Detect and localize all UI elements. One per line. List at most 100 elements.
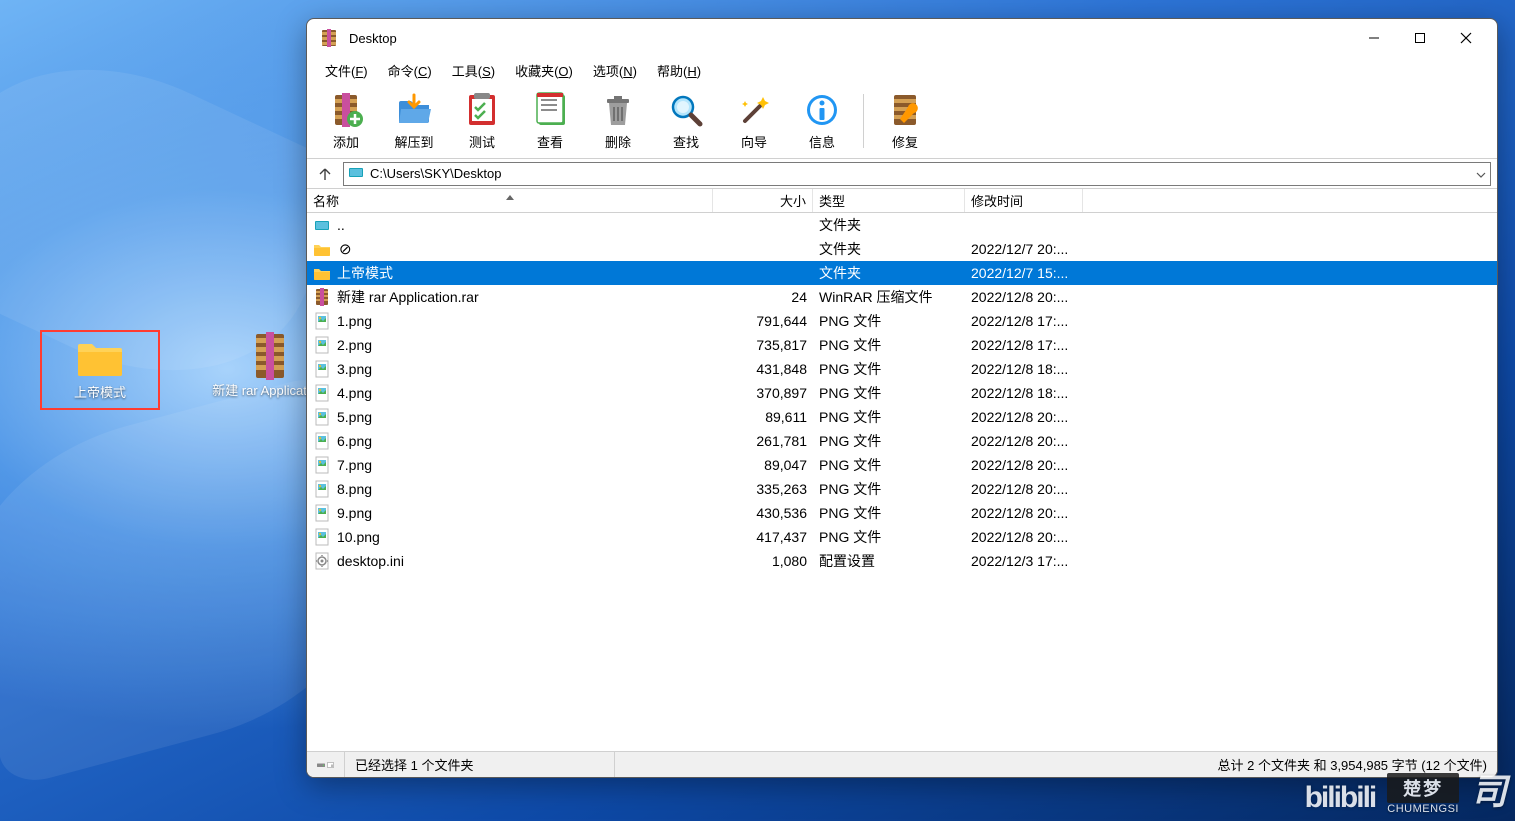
file-row[interactable]: 8.png335,263PNG 文件2022/12/8 20:... [307,477,1497,501]
folder-x-icon [313,240,331,258]
file-row[interactable]: 新建 rar Application.rar24WinRAR 压缩文件2022/… [307,285,1497,309]
file-name: 8.png [337,481,372,497]
file-date: 2022/12/8 17:... [965,337,1083,353]
file-row[interactable]: 5.png89,611PNG 文件2022/12/8 20:... [307,405,1497,429]
png-icon [313,528,331,546]
window-title: Desktop [349,31,1351,46]
close-button[interactable] [1443,22,1489,54]
path-dropdown-icon[interactable] [1476,166,1486,181]
bilibili-logo: bilibili [1305,781,1376,815]
file-size: 24 [713,289,813,305]
file-row[interactable]: 上帝模式文件夹2022/12/7 15:... [307,261,1497,285]
toolbar-extract-button[interactable]: 解压到 [381,86,447,156]
file-type: PNG 文件 [813,359,965,379]
list-header: 名称 大小 类型 修改时间 [307,189,1497,213]
file-row[interactable]: 2.png735,817PNG 文件2022/12/8 17:... [307,333,1497,357]
file-row[interactable]: 7.png89,047PNG 文件2022/12/8 20:... [307,453,1497,477]
png-icon [313,312,331,330]
titlebar[interactable]: Desktop [307,19,1497,57]
toolbar-label: 向导 [741,132,767,151]
file-name: 6.png [337,433,372,449]
file-row[interactable]: ⊘文件夹2022/12/7 20:... [307,237,1497,261]
chumeng-logo: 楚梦 CHUMENGSI [1387,773,1459,815]
watermark: bilibili 楚梦 CHUMENGSI 司 [1305,763,1507,815]
menu-item[interactable]: 命令(C) [378,59,442,82]
wizard-icon [735,91,773,129]
file-row[interactable]: 1.png791,644PNG 文件2022/12/8 17:... [307,309,1497,333]
desktop-icons: 上帝模式新建 rar Applicatio... [40,330,330,410]
maximize-button[interactable] [1397,22,1443,54]
file-date: 2022/12/8 20:... [965,289,1083,305]
toolbar-view-button[interactable]: 查看 [517,86,583,156]
toolbar-test-button[interactable]: 测试 [449,86,515,156]
file-row[interactable]: 6.png261,781PNG 文件2022/12/8 20:... [307,429,1497,453]
toolbar-repair-button[interactable]: 修复 [872,86,938,156]
icon-label: 上帝模式 [74,384,126,402]
status-disk-icon[interactable] [307,752,345,777]
extract-icon [395,91,433,129]
png-icon [313,432,331,450]
file-name: .. [337,217,345,233]
file-type: PNG 文件 [813,527,965,547]
file-type: PNG 文件 [813,407,965,427]
file-name: 2.png [337,337,372,353]
png-icon [313,408,331,426]
desktop-icon-folder[interactable]: 上帝模式 [40,330,160,410]
toolbar-info-button[interactable]: 信息 [789,86,855,156]
column-type[interactable]: 类型 [813,189,965,212]
column-size[interactable]: 大小 [713,189,813,212]
menu-item[interactable]: 选项(N) [583,59,647,82]
file-type: 配置设置 [813,551,965,571]
column-date[interactable]: 修改时间 [965,189,1083,212]
toolbar-label: 删除 [605,132,631,151]
file-date: 2022/12/8 18:... [965,385,1083,401]
folder-icon [313,264,331,282]
menu-item[interactable]: 帮助(H) [647,59,711,82]
file-row[interactable]: 4.png370,897PNG 文件2022/12/8 18:... [307,381,1497,405]
png-icon [313,480,331,498]
file-row[interactable]: 9.png430,536PNG 文件2022/12/8 20:... [307,501,1497,525]
file-list[interactable]: ..文件夹⊘文件夹2022/12/7 20:...上帝模式文件夹2022/12/… [307,213,1497,751]
toolbar-add-button[interactable]: 添加 [313,86,379,156]
file-name: 9.png [337,505,372,521]
toolbar-label: 修复 [892,132,918,151]
info-icon [803,91,841,129]
view-icon [531,91,569,129]
file-name: 3.png [337,361,372,377]
minimize-button[interactable] [1351,22,1397,54]
path-combobox[interactable]: C:\Users\SKY\Desktop [343,162,1491,186]
file-size: 430,536 [713,505,813,521]
toolbar-wizard-button[interactable]: 向导 [721,86,787,156]
menubar: 文件(F)命令(C)工具(S)收藏夹(O)选项(N)帮助(H) [307,57,1497,83]
file-date: 2022/12/8 20:... [965,409,1083,425]
toolbar-delete-button[interactable]: 删除 [585,86,651,156]
file-date: 2022/12/3 17:... [965,553,1083,569]
menu-item[interactable]: 收藏夹(O) [505,59,583,82]
file-row[interactable]: desktop.ini1,080配置设置2022/12/3 17:... [307,549,1497,573]
png-icon [313,336,331,354]
up-button[interactable] [313,162,337,186]
menu-item[interactable]: 文件(F) [315,59,378,82]
file-name: ⊘ [337,240,352,258]
drive-icon [348,165,364,182]
toolbar-separator [863,94,864,148]
file-row[interactable]: ..文件夹 [307,213,1497,237]
file-type: PNG 文件 [813,455,965,475]
file-row[interactable]: 10.png417,437PNG 文件2022/12/8 20:... [307,525,1497,549]
column-name[interactable]: 名称 [307,189,713,212]
file-date: 2022/12/7 15:... [965,265,1083,281]
toolbar-label: 查看 [537,132,563,151]
file-type: PNG 文件 [813,311,965,331]
file-size: 1,080 [713,553,813,569]
file-row[interactable]: 3.png431,848PNG 文件2022/12/8 18:... [307,357,1497,381]
file-date: 2022/12/8 18:... [965,361,1083,377]
toolbar-find-button[interactable]: 查找 [653,86,719,156]
delete-icon [599,91,637,129]
ini-icon [313,552,331,570]
menu-item[interactable]: 工具(S) [442,59,505,82]
file-size: 335,263 [713,481,813,497]
si-logo: 司 [1471,763,1507,815]
rar-icon [313,288,331,306]
png-icon [313,504,331,522]
file-date: 2022/12/8 20:... [965,457,1083,473]
